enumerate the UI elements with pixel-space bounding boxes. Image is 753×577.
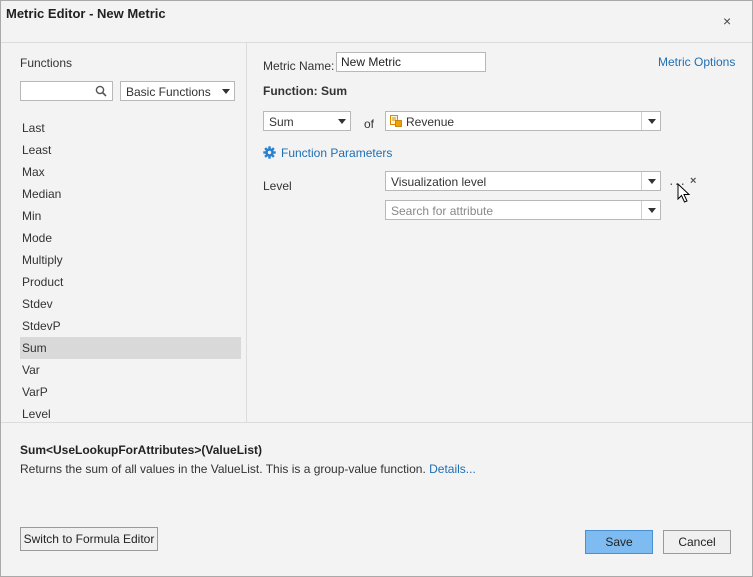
function-category-dropdown[interactable]: Basic Functions bbox=[120, 81, 235, 101]
attribute-search-placeholder: Search for attribute bbox=[391, 204, 494, 218]
operand-dropdown[interactable]: Revenue bbox=[385, 111, 661, 131]
level-dropdown[interactable]: Visualization level bbox=[385, 171, 661, 191]
chevron-down-icon[interactable] bbox=[641, 112, 660, 130]
cancel-button[interactable]: Cancel bbox=[663, 530, 731, 554]
function-dropdown-value: Sum bbox=[269, 115, 294, 129]
search-icon[interactable] bbox=[95, 85, 107, 97]
chevron-down-icon[interactable] bbox=[332, 112, 350, 130]
save-button[interactable]: Save bbox=[585, 530, 653, 554]
attribute-search-dropdown[interactable]: Search for attribute bbox=[385, 200, 661, 220]
functions-label: Functions bbox=[20, 56, 73, 70]
level-value: Visualization level bbox=[391, 175, 487, 189]
function-description-text: Returns the sum of all values in the Val… bbox=[20, 462, 426, 476]
function-item-median[interactable]: Median bbox=[20, 183, 241, 205]
metric-options-link[interactable]: Metric Options bbox=[658, 55, 735, 69]
operand-value: Revenue bbox=[406, 115, 455, 129]
function-item-varp[interactable]: VarP bbox=[20, 381, 241, 403]
function-description: Returns the sum of all values in the Val… bbox=[20, 462, 476, 476]
chevron-down-icon[interactable] bbox=[641, 201, 660, 219]
function-item-stdevp[interactable]: StdevP bbox=[20, 315, 241, 337]
function-signature: Sum<UseLookupForAttributes>(ValueList) bbox=[20, 443, 263, 457]
details-link[interactable]: Details... bbox=[429, 462, 476, 476]
function-search-input[interactable] bbox=[24, 83, 98, 101]
function-item-var[interactable]: Var bbox=[20, 359, 241, 381]
function-heading: Function: Sum bbox=[263, 84, 347, 98]
header-divider bbox=[1, 42, 752, 43]
function-item-last[interactable]: Last bbox=[20, 117, 241, 139]
panel-divider bbox=[246, 43, 247, 422]
function-item-max[interactable]: Max bbox=[20, 161, 241, 183]
function-parameters-link[interactable]: Function Parameters bbox=[281, 146, 392, 160]
function-category-value: Basic Functions bbox=[126, 85, 211, 99]
function-item-min[interactable]: Min bbox=[20, 205, 241, 227]
switch-to-formula-editor-button[interactable]: Switch to Formula Editor bbox=[20, 527, 158, 551]
function-item-level[interactable]: Level bbox=[20, 403, 241, 425]
function-item-multiply[interactable]: Multiply bbox=[20, 249, 241, 271]
of-label: of bbox=[364, 117, 375, 131]
close-icon[interactable]: × bbox=[723, 13, 731, 29]
chevron-down-icon[interactable] bbox=[216, 82, 234, 100]
function-item-product[interactable]: Product bbox=[20, 271, 241, 293]
level-label: Level bbox=[263, 179, 292, 193]
function-item-stdev[interactable]: Stdev bbox=[20, 293, 241, 315]
metric-icon bbox=[390, 115, 402, 127]
chevron-down-icon[interactable] bbox=[641, 172, 660, 190]
function-search-box[interactable] bbox=[20, 81, 113, 101]
dialog-title: Metric Editor - New Metric bbox=[6, 6, 166, 21]
mouse-cursor-icon bbox=[677, 183, 691, 203]
function-list: Last Least Max Median Min Mode Multiply … bbox=[20, 117, 241, 425]
metric-name-input[interactable] bbox=[336, 52, 486, 72]
function-item-sum[interactable]: Sum bbox=[20, 337, 241, 359]
function-dropdown[interactable]: Sum bbox=[263, 111, 351, 131]
function-item-least[interactable]: Least bbox=[20, 139, 241, 161]
metric-name-label: Metric Name: bbox=[263, 59, 335, 73]
function-item-mode[interactable]: Mode bbox=[20, 227, 241, 249]
metric-editor-dialog: Metric Editor - New Metric × Functions B… bbox=[0, 0, 753, 577]
gear-icon[interactable] bbox=[263, 146, 276, 159]
